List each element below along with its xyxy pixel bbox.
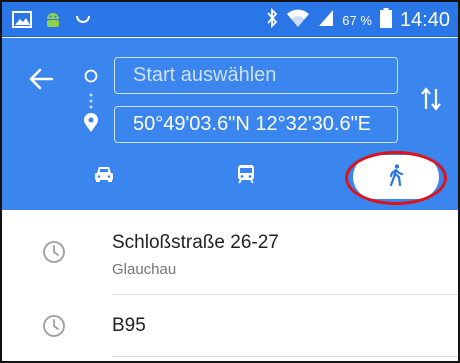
- swap-icon[interactable]: [420, 86, 442, 117]
- signal-icon: [318, 9, 334, 32]
- car-icon: [94, 165, 114, 188]
- travel-mode-bar: [2, 151, 458, 205]
- list-item-title: B95: [112, 315, 146, 336]
- bluetooth-icon: [266, 7, 278, 33]
- battery-percent: 67 %: [342, 13, 372, 28]
- list-item[interactable]: Schloßstraße 26-27 Glauchau: [2, 210, 458, 295]
- history-clock-icon: [42, 240, 66, 269]
- list-item-subtitle: Glauchau: [112, 261, 177, 278]
- clock-time: 14:40: [399, 9, 450, 31]
- transit-icon: [237, 164, 255, 189]
- list-item[interactable]: B95: [2, 295, 458, 357]
- list-item-title: Schloßstraße 26-27: [112, 232, 279, 253]
- status-bar: 67 % 14:40: [2, 2, 458, 37]
- wifi-icon: [286, 8, 310, 33]
- battery-icon: [379, 8, 392, 33]
- history-clock-icon: [42, 314, 66, 343]
- destination-pin-icon: [83, 113, 99, 138]
- directions-header: Start auswählen 50°49'03.6"N 12°32'30.6"…: [2, 38, 458, 210]
- mode-transit[interactable]: [224, 151, 268, 201]
- highlight-annotation-ring: [345, 151, 447, 205]
- start-location-input[interactable]: Start auswählen: [114, 57, 398, 94]
- image-icon: [12, 10, 32, 33]
- route-dots-icon: [89, 93, 93, 114]
- destination-input[interactable]: 50°49'03.6"N 12°32'30.6"E: [114, 106, 398, 143]
- sync-icon: [74, 10, 92, 33]
- phone-screen: 67 % 14:40 Start auswählen 50°49'03.6"N …: [0, 0, 460, 363]
- mode-driving[interactable]: [82, 151, 126, 201]
- back-arrow-icon[interactable]: [28, 65, 56, 93]
- origin-circle-icon: [84, 69, 98, 88]
- android-icon: [44, 10, 62, 33]
- recent-places-list: Schloßstraße 26-27 Glauchau B95: [2, 210, 458, 361]
- list-divider: [112, 356, 458, 357]
